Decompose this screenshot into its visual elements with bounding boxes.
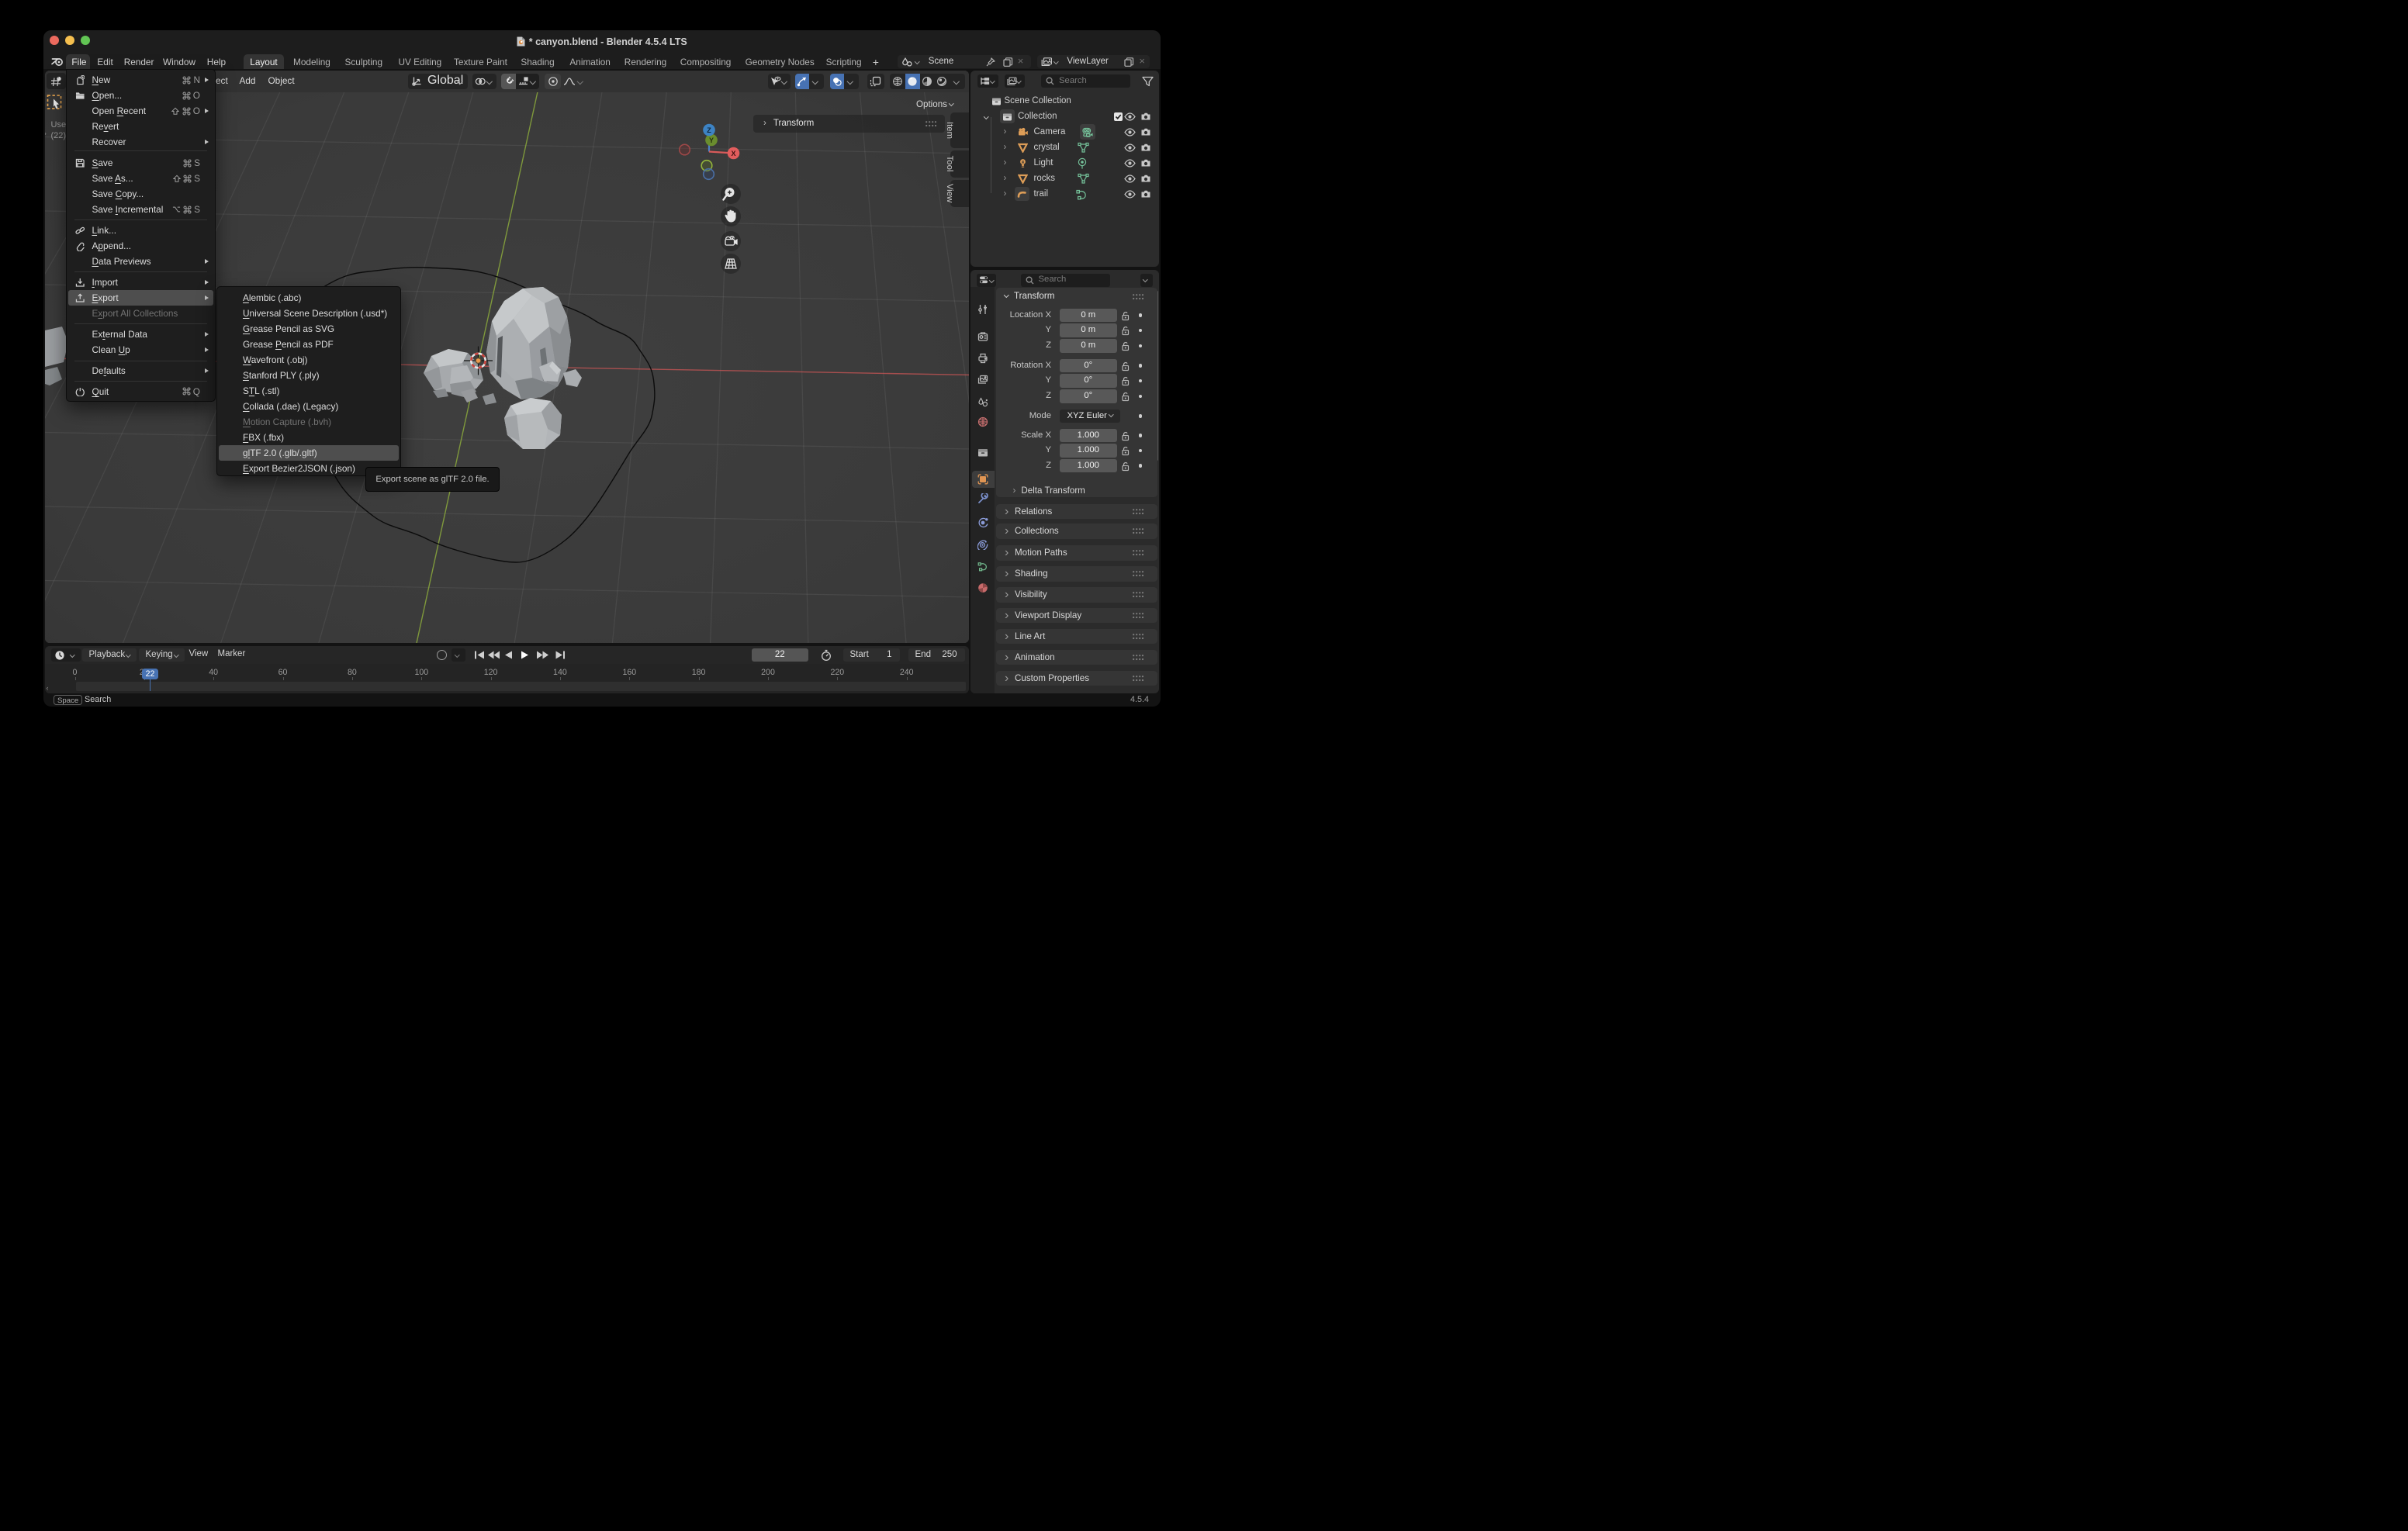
svg-text:Z: Z	[707, 126, 711, 134]
svg-text:X: X	[731, 150, 735, 157]
svg-text:Y: Y	[708, 137, 713, 144]
